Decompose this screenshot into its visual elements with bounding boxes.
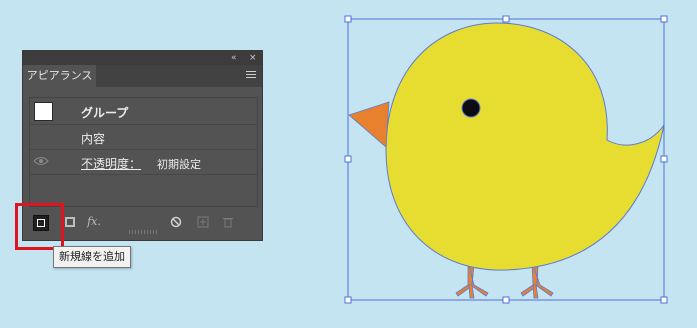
opacity-value: 初期設定 <box>157 158 201 171</box>
clear-appearance-icon <box>170 216 182 228</box>
delete-item-button[interactable] <box>221 214 235 230</box>
handle-middle-left <box>344 155 352 163</box>
collapse-icon[interactable]: « <box>231 51 237 65</box>
handle-bottom-right <box>660 296 668 304</box>
panel-menu-icon[interactable] <box>246 71 256 80</box>
handle-top-right <box>660 15 668 23</box>
contents-label: 内容 <box>81 132 106 146</box>
handle-top-left <box>344 15 352 23</box>
group-thumbnail-icon <box>34 102 53 121</box>
highlight-box <box>15 203 64 250</box>
fx-button[interactable]: fx. <box>83 214 105 230</box>
eye-icon[interactable] <box>33 156 49 166</box>
panel-titlebar[interactable]: « × <box>23 51 262 65</box>
chick-illustration[interactable] <box>348 22 665 299</box>
list-item-group[interactable]: グループ <box>30 98 257 125</box>
new-fill-icon <box>65 217 75 227</box>
chick-eye <box>461 98 481 118</box>
handle-bottom-left <box>344 296 352 304</box>
appearance-list: グループ 内容 不透明度： 初期設定 <box>29 97 258 207</box>
delete-item-icon <box>223 218 233 228</box>
duplicate-item-icon <box>197 216 209 228</box>
opacity-label[interactable]: 不透明度： <box>81 155 141 172</box>
chick-beak <box>348 101 390 148</box>
close-icon[interactable]: × <box>249 51 257 65</box>
fx-icon: fx. <box>87 215 101 228</box>
handle-top-center <box>502 15 510 23</box>
panel-resize-grip[interactable] <box>129 230 157 234</box>
tab-appearance[interactable]: アピアランス <box>23 65 96 87</box>
panel-tabbar: アピアランス <box>23 65 262 87</box>
new-fill-button[interactable] <box>63 214 77 230</box>
tooltip: 新規線を追加 <box>53 246 131 268</box>
list-item-contents[interactable]: 内容 <box>30 125 257 150</box>
handle-middle-right <box>660 155 668 163</box>
clear-appearance-button[interactable] <box>169 214 183 230</box>
list-item-opacity[interactable]: 不透明度： 初期設定 <box>30 150 257 175</box>
handle-bottom-center <box>502 296 510 304</box>
duplicate-item-button[interactable] <box>196 214 210 230</box>
chick-body <box>385 22 665 271</box>
group-label: グループ <box>81 106 129 120</box>
